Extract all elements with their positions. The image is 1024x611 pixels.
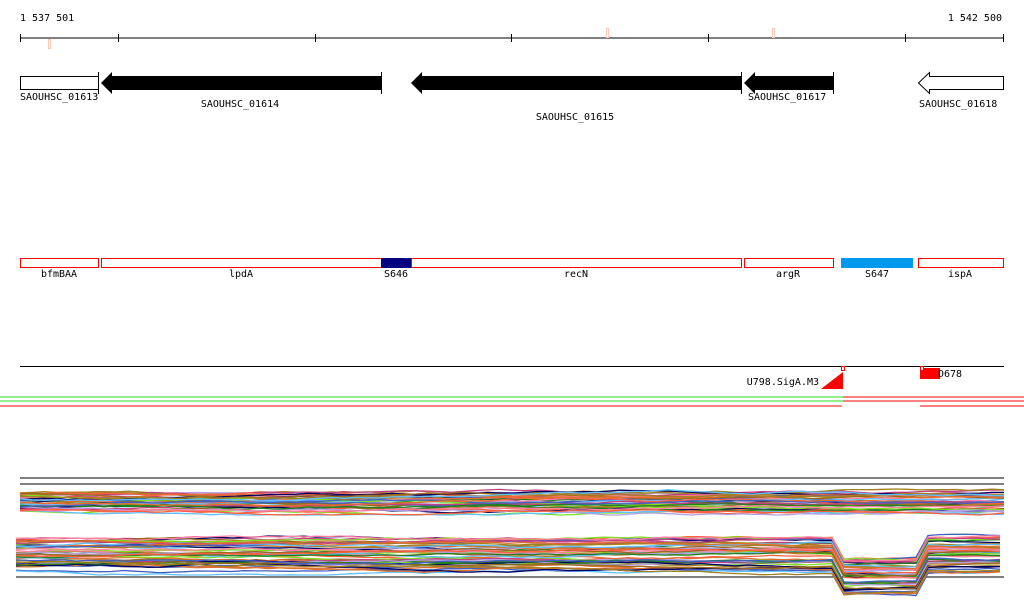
feature-u798-triangle[interactable] xyxy=(821,372,843,389)
gene-label: SAOUHSC_01614 xyxy=(200,99,280,110)
tracks-canvas xyxy=(0,28,1024,597)
feature-label-u798: U798.SigA.M3 xyxy=(746,377,819,388)
segment-s646[interactable] xyxy=(381,258,411,268)
segment-label: S647 xyxy=(864,269,890,280)
segment-argr[interactable] xyxy=(744,258,834,268)
genome-browser: 1 537 501 1 542 500 SAOUHSC_01613 SAOUHS… xyxy=(0,0,1024,611)
ruler-end-label: 1 542 500 xyxy=(947,13,1002,24)
feature-track xyxy=(0,366,1024,407)
gene-label: SAOUHSC_01613 xyxy=(20,92,99,103)
gene-label: SAOUHSC_01618 xyxy=(919,99,998,110)
feature-label-d678: D678 xyxy=(938,369,963,380)
segment-track xyxy=(20,258,1004,268)
gene-track xyxy=(20,71,1004,95)
expression-track xyxy=(15,477,1005,597)
gene-label: SAOUHSC_01615 xyxy=(535,112,615,123)
segment-label: ispA xyxy=(947,269,973,280)
segment-ispa[interactable] xyxy=(918,258,1004,268)
segment-label: lpdA xyxy=(228,269,254,280)
gene-saouhsc-01613[interactable] xyxy=(20,76,99,90)
ruler-start-label: 1 537 501 xyxy=(20,13,75,24)
gene-saouhsc-01614[interactable] xyxy=(101,72,381,94)
segment-label: bfmBAA xyxy=(40,269,78,280)
ruler xyxy=(20,28,1004,49)
segment-bfmbaa[interactable] xyxy=(20,258,99,268)
segment-label: recN xyxy=(563,269,589,280)
segment-lpda[interactable] xyxy=(101,258,382,268)
gene-label: SAOUHSC_01617 xyxy=(748,92,827,103)
gene-saouhsc-01618[interactable] xyxy=(917,71,1004,95)
segment-label: argR xyxy=(775,269,801,280)
segment-label: S646 xyxy=(383,269,409,280)
gene-saouhsc-01615[interactable] xyxy=(411,72,741,94)
segment-s647[interactable] xyxy=(841,258,913,268)
segment-recn[interactable] xyxy=(411,258,742,268)
gene-saouhsc-01617[interactable] xyxy=(744,72,833,94)
